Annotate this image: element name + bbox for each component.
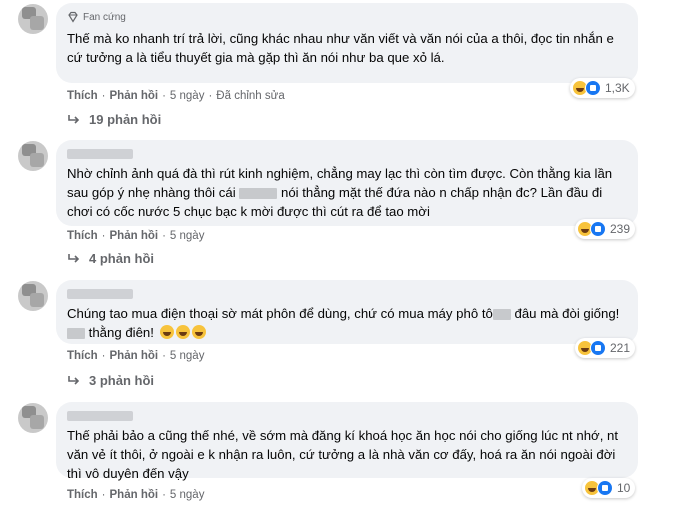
reply-arrow-icon [68,375,80,385]
author-name-redacted [67,289,133,299]
reaction-summary[interactable]: 221 [575,338,636,358]
reply-button[interactable]: Phản hồi [110,489,159,501]
diamond-icon [68,11,78,23]
replies-count: 19 phản hồi [89,112,162,127]
comment-actions: Thích · Phản hồi · 5 ngày [67,350,205,362]
laughing-emoji-icon [175,325,190,339]
avatar[interactable] [18,4,48,34]
comment-bubble: Nhờ chỉnh ảnh quá đà thì rút kinh nghiệm… [56,140,638,226]
comment-bubble: Fan cứng Thế mà ko nhanh trí trả lời, cũ… [56,3,638,83]
edited-label: Đã chỉnh sửa [216,90,285,102]
reaction-summary[interactable]: 239 [575,219,636,239]
timestamp[interactable]: 5 ngày [170,489,205,501]
like-button[interactable]: Thích [67,489,98,501]
reply-button[interactable]: Phản hồi [110,350,159,362]
reaction-count: 221 [610,341,631,355]
reaction-count: 1,3K [605,81,630,95]
view-replies-button[interactable]: 19 phản hồi [67,112,161,127]
author-name-redacted [67,149,133,159]
avatar[interactable] [18,281,48,311]
comment-actions: Thích · Phản hồi · 5 ngày · Đã chỉnh sửa [67,90,285,102]
view-replies-button[interactable]: 4 phản hồi [67,251,154,266]
timestamp[interactable]: 5 ngày [170,350,205,362]
like-button[interactable]: Thích [67,230,98,242]
replies-count: 3 phản hồi [89,373,154,388]
avatar[interactable] [18,141,48,171]
fan-badge: Fan cứng [67,9,626,25]
reaction-summary[interactable]: 1,3K [570,78,635,98]
comment-actions: Thích · Phản hồi · 5 ngày [67,489,205,501]
like-icon [585,80,601,96]
like-button[interactable]: Thích [67,90,98,102]
reply-button[interactable]: Phản hồi [110,230,159,242]
laughing-emoji-icon [191,325,206,339]
comment-bubble: Thế phải bảo a cũng thế nhé, về sớm mà đ… [56,402,638,481]
comment-text: Thế phải bảo a cũng thế nhé, về sớm mà đ… [67,428,619,481]
reply-arrow-icon [68,253,80,263]
laughing-emoji-icon [159,325,174,339]
timestamp[interactable]: 5 ngày [170,90,205,102]
comment-text: Thế mà ko nhanh trí trả lời, cũng khác n… [67,31,614,65]
view-replies-button[interactable]: 3 phản hồi [67,373,154,388]
like-icon [590,340,606,356]
comment-text: Nhờ chỉnh ảnh quá đà thì rút kinh nghiệm… [67,166,613,219]
timestamp[interactable]: 5 ngày [170,230,205,242]
reply-arrow-icon [68,114,80,124]
avatar[interactable] [18,403,48,433]
reaction-summary[interactable]: 10 [582,478,636,498]
reply-button[interactable]: Phản hồi [110,90,159,102]
comment-text: Chúng tao mua điện thoại sờ mát phôn để … [67,306,620,340]
reaction-count: 10 [617,481,631,495]
like-icon [590,221,606,237]
reaction-count: 239 [610,222,631,236]
like-icon [597,480,613,496]
replies-count: 4 phản hồi [89,251,154,266]
author-name-redacted [67,411,133,421]
comment-bubble: Chúng tao mua điện thoại sờ mát phôn để … [56,280,638,344]
comment-actions: Thích · Phản hồi · 5 ngày [67,230,205,242]
redacted-word [239,188,278,200]
like-button[interactable]: Thích [67,350,98,362]
badge-label: Fan cứng [83,11,126,23]
redacted-word [492,309,511,321]
redacted-word [67,328,85,340]
